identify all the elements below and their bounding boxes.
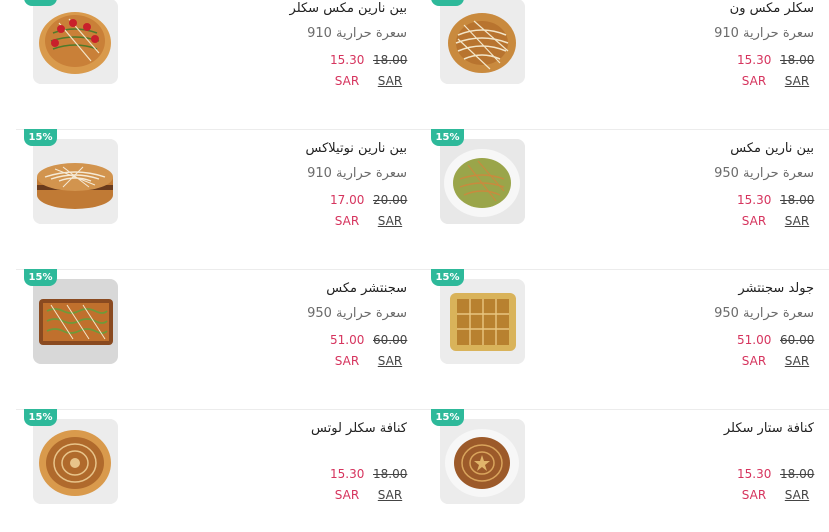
product-row: 15% جولد سجنتشر سعرة حرارية 950 60.00 SAR… <box>16 269 829 410</box>
old-price: 20.00 SAR <box>373 193 408 228</box>
product-name: كنافة ستار سكلر <box>723 421 814 436</box>
product-card[interactable]: 15% كنافة سكلر لوتس 18.00 SAR 15.30 SAR <box>16 409 422 532</box>
product-card[interactable]: 15% جولد سجنتشر سعرة حرارية 950 60.00 SAR… <box>423 269 829 410</box>
discount-badge: 15% <box>24 269 57 286</box>
product-row: 15% كنافة ستار سكلر 18.00 SAR 15.30 SAR 15… <box>16 409 829 532</box>
strawberry-cake-image[interactable] <box>33 0 118 84</box>
product-name: سجنتشر مكس <box>326 281 407 296</box>
discount-badge: 15% <box>431 269 464 286</box>
product-name: جولد سجنتشر <box>738 281 814 296</box>
product-card[interactable]: 15% بين نارين مكس سعرة حرارية 950 18.00 S… <box>423 129 829 270</box>
discount-badge: 15% <box>431 0 464 6</box>
product-name: بين نارين نوتيلاكس <box>305 141 407 156</box>
old-price: 18.00 SAR <box>373 467 408 502</box>
product-calories: سعرة حرارية 950 <box>714 166 814 181</box>
discount-badge: 15% <box>24 129 57 146</box>
sale-price: 15.30 SAR <box>330 53 365 88</box>
sale-price: 15.30 SAR <box>737 467 772 502</box>
discount-badge: 15% <box>24 409 57 426</box>
product-name: كنافة سكلر لوتس <box>311 421 407 436</box>
product-card[interactable]: 15% بين نارين مكس سكلر سعرة حرارية 910 1… <box>16 0 422 130</box>
product-name: بين نارين مكس <box>730 141 814 156</box>
kunafa-lotus-image[interactable] <box>33 419 118 504</box>
sale-price: 17.00 SAR <box>330 193 365 228</box>
product-calories: سعرة حرارية 910 <box>307 26 407 41</box>
product-row: 15% بين نارين مكس سعرة حرارية 950 18.00 S… <box>16 129 829 270</box>
old-price: 18.00 SAR <box>780 193 815 228</box>
old-price: 60.00 SAR <box>373 333 408 368</box>
product-name: سكلر مكس ون <box>729 1 814 16</box>
discount-badge: 15% <box>431 129 464 146</box>
product-calories: سعرة حرارية 950 <box>714 306 814 321</box>
sale-price: 15.30 SAR <box>737 53 772 88</box>
product-calories: سعرة حرارية 910 <box>307 166 407 181</box>
product-card[interactable]: 15% بين نارين نوتيلاكس سعرة حرارية 910 2… <box>16 129 422 270</box>
product-card[interactable]: 15% كنافة ستار سكلر 18.00 SAR 15.30 SAR <box>423 409 829 532</box>
nutella-cake-image[interactable] <box>33 139 118 224</box>
dessert-pie-image[interactable] <box>440 0 525 84</box>
sale-price: 51.00 SAR <box>737 333 772 368</box>
product-card[interactable]: 15% سجنتشر مكس سعرة حرارية 950 60.00 SAR … <box>16 269 422 410</box>
gold-tray-image[interactable] <box>440 279 525 364</box>
discount-badge: 15% <box>431 409 464 426</box>
sale-price: 51.00 SAR <box>330 333 365 368</box>
pistachio-pie-image[interactable] <box>440 139 525 224</box>
sale-price: 15.30 SAR <box>330 467 365 502</box>
product-card[interactable]: 15% سكلر مكس ون سعرة حرارية 910 18.00SAR… <box>423 0 829 130</box>
kunafa-star-image[interactable] <box>440 419 525 504</box>
product-calories: سعرة حرارية 950 <box>307 306 407 321</box>
sale-price: 15.30 SAR <box>737 193 772 228</box>
product-calories: سعرة حرارية 910 <box>714 26 814 41</box>
discount-badge: 15% <box>24 0 57 6</box>
old-price: 18.00 SAR <box>780 467 815 502</box>
old-price: 18.00 SAR <box>373 53 408 88</box>
old-price: 18.00 SAR <box>780 53 815 88</box>
signature-tray-image[interactable] <box>33 279 118 364</box>
old-price: 60.00 SAR <box>780 333 815 368</box>
product-name: بين نارين مكس سكلر <box>289 1 407 16</box>
product-row: 15% سكلر مكس ون سعرة حرارية 910 18.00SAR… <box>16 0 829 130</box>
